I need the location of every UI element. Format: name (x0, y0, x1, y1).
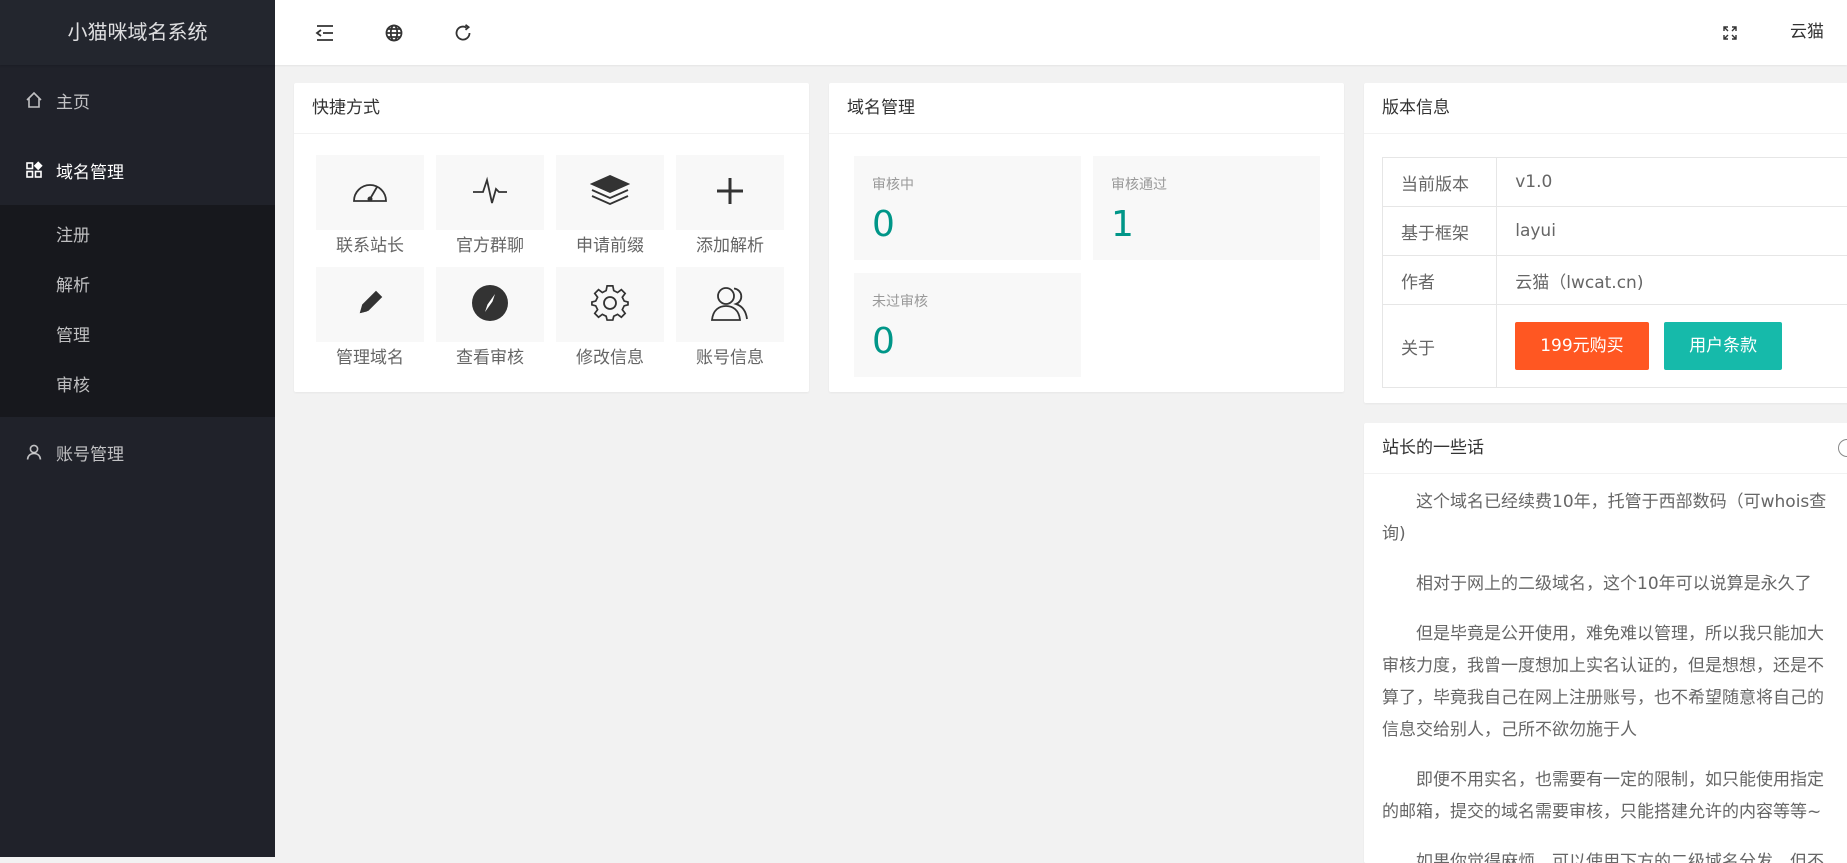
subnav-manage[interactable]: 管理 (0, 311, 275, 361)
subnav-review[interactable]: 审核 (0, 361, 275, 411)
shortcut-edit-info[interactable]: 修改信息 (556, 267, 664, 370)
sidebar-item-label: 账号管理 (56, 440, 124, 465)
refresh-icon[interactable] (448, 18, 478, 48)
row-value: 199元购买 用户条款 (1497, 305, 1847, 388)
app-logo[interactable]: 小猫咪域名系统 (0, 0, 275, 65)
shortcut-group-chat[interactable]: 官方群聊 (436, 155, 544, 258)
card-title: 快捷方式 (294, 83, 809, 134)
table-row: 当前版本 v1.0 (1383, 158, 1847, 207)
row-key: 基于框架 (1383, 207, 1497, 256)
pulse-icon (470, 174, 510, 212)
plus-icon (713, 174, 747, 212)
fullscreen-icon[interactable] (1715, 18, 1745, 48)
card-title: 版本信息 (1364, 83, 1847, 134)
row-key: 作者 (1383, 256, 1497, 305)
shortcut-contact[interactable]: 联系站长 (316, 155, 424, 258)
sidebar-item-domain[interactable]: 域名管理 (0, 135, 275, 205)
notes-title: 站长的一些话 (1382, 438, 1484, 458)
pencil-icon (353, 286, 387, 324)
sidebar-item-label: 主页 (56, 88, 90, 113)
notes-paragraph: 如果你觉得麻烦，可以使用下方的二级域名分发，但不 (1382, 846, 1836, 863)
buy-button[interactable]: 199元购买 (1515, 322, 1648, 370)
shortcut-apply-prefix[interactable]: 申请前缀 (556, 155, 664, 258)
shortcut-label: 修改信息 (556, 346, 664, 370)
notes-paragraph: 相对于网上的二级域名，这个10年可以说算是永久了 (1382, 568, 1836, 600)
sidebar-item-home[interactable]: 主页 (0, 65, 275, 135)
shortcut-label: 联系站长 (316, 234, 424, 258)
subnav-register[interactable]: 注册 (0, 211, 275, 261)
table-row: 关于 199元购买 用户条款 (1383, 305, 1847, 388)
row-value: 云猫（lwcat.cn) (1497, 256, 1847, 305)
shortcut-view-review[interactable]: 查看审核 (436, 267, 544, 370)
shortcut-label: 查看审核 (436, 346, 544, 370)
home-icon (24, 90, 44, 110)
card-title: 域名管理 (829, 83, 1344, 134)
table-row: 作者 云猫（lwcat.cn) (1383, 256, 1847, 305)
sidebar-item-account[interactable]: 账号管理 (0, 417, 275, 487)
dashboard-icon (350, 174, 390, 212)
apps-icon (24, 160, 44, 180)
shortcut-manage-domain[interactable]: 管理域名 (316, 267, 424, 370)
version-table: 当前版本 v1.0 基于框架 layui 作者 云猫（lwcat.cn) 关于 … (1382, 157, 1847, 388)
version-card: 版本信息 当前版本 v1.0 基于框架 layui 作者 云猫（lwcat.cn… (1364, 83, 1847, 403)
table-row: 基于框架 layui (1383, 207, 1847, 256)
shortcut-grid: 联系站长 官方群聊 申请前缀 添加解析 管理域名 (316, 155, 784, 370)
shortcut-label: 添加解析 (676, 234, 784, 258)
notes-paragraph: 即便不用实名，也需要有一定的限制，如只能使用指定的邮箱，提交的域名需要审核，只能… (1382, 764, 1836, 828)
users-icon (709, 283, 751, 327)
shortcut-label: 官方群聊 (436, 234, 544, 258)
layers-icon (590, 173, 630, 213)
subnav-resolve[interactable]: 解析 (0, 261, 275, 311)
shortcuts-card: 快捷方式 联系站长 官方群聊 申请前缀 添加解析 (294, 83, 809, 392)
notes-body: 这个域名已经续费10年，托管于西部数码（可whois查询) 相对于网上的二级域名… (1364, 474, 1847, 863)
notes-paragraph: 这个域名已经续费10年，托管于西部数码（可whois查询) (1382, 486, 1836, 550)
sidebar: 小猫咪域名系统 主页 域名管理 注册 解析 管理 审核 账号管理 (0, 0, 275, 857)
notes-paragraph: 但是毕竟是公开使用，难免难以管理，所以我只能加大审核力度，我曾一度想加上实名认证… (1382, 618, 1836, 746)
info-icon[interactable] (1838, 439, 1847, 457)
stat-label: 审核中 (872, 174, 914, 194)
row-value: layui (1497, 207, 1847, 256)
row-key: 关于 (1383, 305, 1497, 388)
notes-card: 站长的一些话 这个域名已经续费10年，托管于西部数码（可whois查询) 相对于… (1364, 423, 1847, 863)
sidebar-subnav: 注册 解析 管理 审核 (0, 205, 275, 417)
globe-icon[interactable] (379, 18, 409, 48)
sidebar-item-label: 域名管理 (56, 158, 124, 183)
top-header: 云猫 (275, 0, 1847, 65)
shortcut-label: 管理域名 (316, 346, 424, 370)
shortcut-add-record[interactable]: 添加解析 (676, 155, 784, 258)
user-icon (24, 442, 44, 462)
stat-value: 0 (872, 321, 895, 362)
shrink-menu-icon[interactable] (310, 18, 340, 48)
compass-icon (470, 283, 510, 327)
stat-pending[interactable]: 审核中 0 (854, 156, 1081, 260)
shortcut-label: 账号信息 (676, 346, 784, 370)
row-key: 当前版本 (1383, 158, 1497, 207)
row-value: v1.0 (1497, 158, 1847, 207)
stat-label: 审核通过 (1111, 174, 1167, 194)
stat-approved[interactable]: 审核通过 1 (1093, 156, 1320, 260)
stat-label: 未过审核 (872, 291, 928, 311)
shortcut-account-info[interactable]: 账号信息 (676, 267, 784, 370)
stat-value: 1 (1111, 204, 1134, 245)
shortcut-label: 申请前缀 (556, 234, 664, 258)
stat-value: 0 (872, 204, 895, 245)
domain-stats-card: 域名管理 审核中 0 审核通过 1 未过审核 0 (829, 83, 1344, 392)
terms-button[interactable]: 用户条款 (1664, 322, 1782, 370)
gear-icon (590, 283, 630, 327)
stat-rejected[interactable]: 未过审核 0 (854, 273, 1081, 377)
card-title: 站长的一些话 (1364, 423, 1847, 474)
user-menu[interactable]: 云猫 (1790, 0, 1824, 65)
